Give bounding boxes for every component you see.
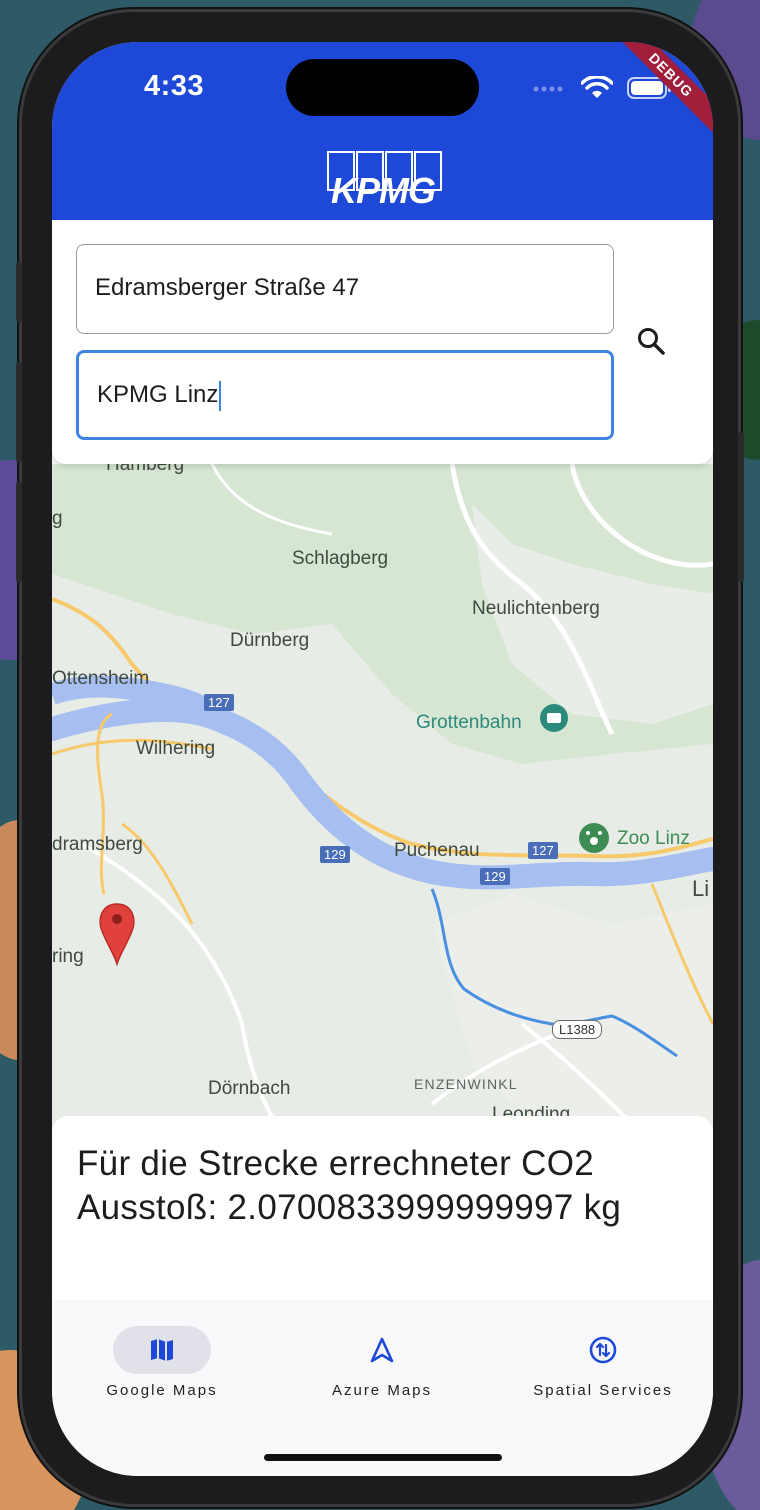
- road-shield-127-west: 127: [204, 694, 234, 711]
- wifi-icon: [581, 76, 613, 98]
- co2-result-text: Für die Strecke errechneter CO2 Ausstoß:…: [77, 1144, 622, 1227]
- bottom-navigation: Google Maps Azure Maps Spatial Services: [52, 1300, 713, 1476]
- map-label-puchenau: Puchenau: [394, 840, 480, 861]
- cellular-signal-icon: [533, 86, 563, 92]
- google-map[interactable]: Hamberg g Schlagberg Neulichtenberg Dürn…: [52, 464, 713, 1144]
- swap-vertical-icon: [589, 1336, 617, 1364]
- route-search-card: Edramsberger Straße 47 KPMG Linz: [52, 220, 713, 464]
- dynamic-island: [286, 59, 479, 116]
- road-shield-129-west: 129: [320, 846, 350, 863]
- origin-address-field[interactable]: Edramsberger Straße 47: [76, 244, 614, 334]
- map-label-grottenbahn: Grottenbahn: [416, 712, 522, 733]
- map-label-hamberg: Hamberg: [106, 464, 185, 475]
- map-label-wilhering: Wilhering: [136, 738, 216, 759]
- map-label-edge-g: g: [52, 508, 63, 529]
- map-icon: [151, 1339, 173, 1361]
- navigation-arrow-icon: [370, 1337, 394, 1363]
- status-time: 4:33: [144, 70, 205, 102]
- road-shield-l1388: L1388: [552, 1020, 603, 1039]
- nav-item-azure-maps[interactable]: Azure Maps: [272, 1326, 492, 1399]
- nav-indicator-google-maps: [113, 1326, 211, 1374]
- search-icon: [638, 328, 665, 355]
- app-bar: 4:33 DEBUG KPMG: [52, 42, 713, 220]
- nav-item-spatial-services[interactable]: Spatial Services: [493, 1326, 713, 1399]
- nav-label-azure-maps: Azure Maps: [331, 1382, 433, 1399]
- app-screen: 4:33 DEBUG KPMG Edramsberger Straße 47 K…: [52, 42, 713, 1476]
- map-label-edramsberg: dramsberg: [52, 834, 143, 855]
- nav-indicator-azure-maps: [333, 1326, 431, 1374]
- map-label-schlagberg: Schlagberg: [292, 548, 389, 569]
- map-label-zoo-linz: Zoo Linz: [617, 828, 690, 849]
- map-label-edge-ring: ring: [52, 946, 84, 967]
- road-shield-129-east: 129: [480, 868, 510, 885]
- co2-result-panel: Für die Strecke errechneter CO2 Ausstoß:…: [52, 1116, 713, 1301]
- nav-label-google-maps: Google Maps: [106, 1382, 218, 1399]
- destination-address-field[interactable]: KPMG Linz: [76, 350, 614, 440]
- road-shield-127-east: 127: [528, 842, 558, 859]
- destination-address-value: KPMG Linz: [97, 381, 219, 408]
- status-icons: [533, 76, 671, 100]
- logo-text: KPMG: [331, 170, 436, 211]
- nav-indicator-spatial-services: [554, 1326, 652, 1374]
- nav-item-google-maps[interactable]: Google Maps: [52, 1326, 272, 1399]
- kpmg-logo: KPMG: [318, 150, 448, 211]
- text-caret: [219, 380, 222, 411]
- map-label-ottensheim: Ottensheim: [52, 668, 150, 689]
- map-label-doernbach: Dörnbach: [208, 1078, 291, 1099]
- map-label-neulichtenberg: Neulichtenberg: [472, 598, 600, 619]
- map-label-duernberg: Dürnberg: [230, 630, 310, 651]
- search-button[interactable]: [636, 326, 666, 356]
- map-label-enzenwinkl: ENZENWINKL: [414, 1076, 518, 1092]
- nav-label-spatial-services: Spatial Services: [533, 1382, 673, 1399]
- home-indicator: [264, 1454, 502, 1461]
- origin-address-value: Edramsberger Straße 47: [95, 274, 360, 301]
- map-label-linz-edge: Li: [692, 876, 710, 901]
